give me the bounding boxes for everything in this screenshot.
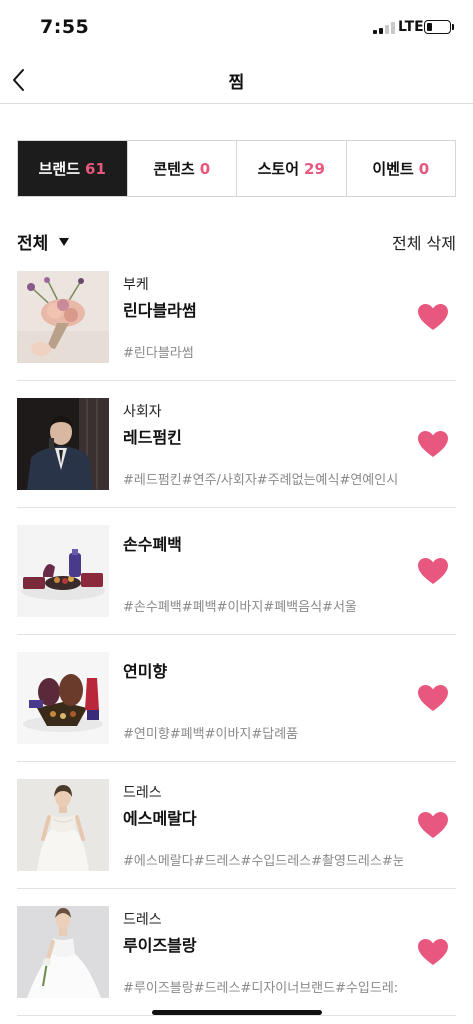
tab-label: 스토어 — [257, 160, 300, 178]
delete-all-button[interactable]: 전체 삭제 — [392, 230, 456, 254]
heart-icon[interactable] — [417, 811, 449, 839]
item-category: 드레스 — [123, 912, 162, 928]
tab-count: 0 — [418, 159, 430, 178]
tab-event[interactable]: 이벤트 0 — [347, 141, 456, 196]
heart-icon[interactable] — [417, 430, 449, 458]
list-item[interactable]: 부케 린다블라썸 #린다블라썸 — [17, 254, 456, 381]
item-tags: #에스메랄다#드레스#수입드레스#촬영드레스#눈 — [123, 854, 403, 869]
item-name: 연미향 — [123, 662, 168, 681]
item-tags: #연미향#폐백#이바지#답례품 — [123, 727, 299, 742]
item-thumbnail — [17, 652, 109, 744]
item-name: 레드펌킨 — [123, 428, 182, 447]
item-thumbnail — [17, 271, 109, 363]
list-item[interactable]: 연미향 #연미향#폐백#이바지#답례품 — [17, 635, 456, 762]
page-title: 찜 — [228, 73, 245, 93]
tab-label: 이벤트 — [372, 160, 414, 178]
network-type: LTE — [398, 19, 424, 35]
tab-brand[interactable]: 브랜드 61 — [18, 141, 128, 196]
heart-icon[interactable] — [417, 557, 449, 585]
filter-row: 전체 전체 삭제 — [17, 229, 456, 255]
caret-down-icon — [59, 237, 70, 246]
filter-dropdown[interactable]: 전체 — [17, 229, 70, 254]
heart-icon[interactable] — [417, 303, 449, 331]
item-tags: #레드펌킨#연주/사회자#주례없는예식#연예인시 — [123, 473, 399, 488]
item-tags: #손수폐백#폐백#이바지#폐백음식#서울 — [123, 600, 357, 615]
signal-icon — [373, 22, 395, 34]
nav-bar: 찜 — [0, 56, 473, 104]
tab-label: 브랜드 — [38, 160, 81, 178]
item-thumbnail — [17, 398, 109, 490]
tab-count: 0 — [199, 159, 211, 178]
status-time: 7:55 — [40, 16, 90, 38]
item-name: 에스메랄다 — [123, 809, 197, 828]
heart-icon[interactable] — [417, 938, 449, 966]
item-name: 린다블라썸 — [123, 301, 197, 320]
tab-count: 61 — [85, 159, 106, 178]
status-bar: 7:55 LTE — [0, 0, 473, 56]
tab-label: 콘텐츠 — [153, 160, 195, 178]
item-category: 사회자 — [123, 404, 162, 420]
list-item[interactable]: 사회자 레드펌킨 #레드펌킨#연주/사회자#주례없는예식#연예인시 — [17, 381, 456, 508]
item-thumbnail — [17, 525, 109, 617]
filter-label: 전체 — [17, 234, 49, 254]
heart-icon[interactable] — [417, 684, 449, 712]
battery-tip — [452, 24, 454, 30]
item-category: 드레스 — [123, 785, 162, 801]
item-thumbnail — [17, 906, 109, 998]
home-indicator — [152, 1010, 322, 1015]
list-item[interactable]: 드레스 에스메랄다 #에스메랄다#드레스#수입드레스#촬영드레스#눈 — [17, 762, 456, 889]
item-tags: #린다블라썸 — [123, 346, 194, 361]
item-category: 부케 — [123, 277, 149, 293]
item-thumbnail — [17, 779, 109, 871]
list-item[interactable]: 손수폐백 #손수폐백#폐백#이바지#폐백음식#서울 — [17, 508, 456, 635]
tab-count: 29 — [304, 159, 325, 178]
liked-list: 부케 린다블라썸 #린다블라썸 사회자 레드펌킨 #레드펌킨#연주/사회자#주례… — [17, 254, 456, 1016]
tab-content[interactable]: 콘텐츠 0 — [128, 141, 237, 196]
tab-store[interactable]: 스토어 29 — [237, 141, 347, 196]
battery-icon — [424, 20, 451, 34]
item-name: 루이즈블랑 — [123, 936, 197, 955]
category-tabs: 브랜드 61 콘텐츠 0 스토어 29 이벤트 0 — [17, 140, 456, 197]
list-item[interactable]: 드레스 루이즈블랑 #루이즈블랑#드레스#디자이너브랜드#수입드레: — [17, 889, 456, 1016]
item-tags: #루이즈블랑#드레스#디자이너브랜드#수입드레: — [123, 981, 399, 996]
item-name: 손수폐백 — [123, 535, 182, 554]
